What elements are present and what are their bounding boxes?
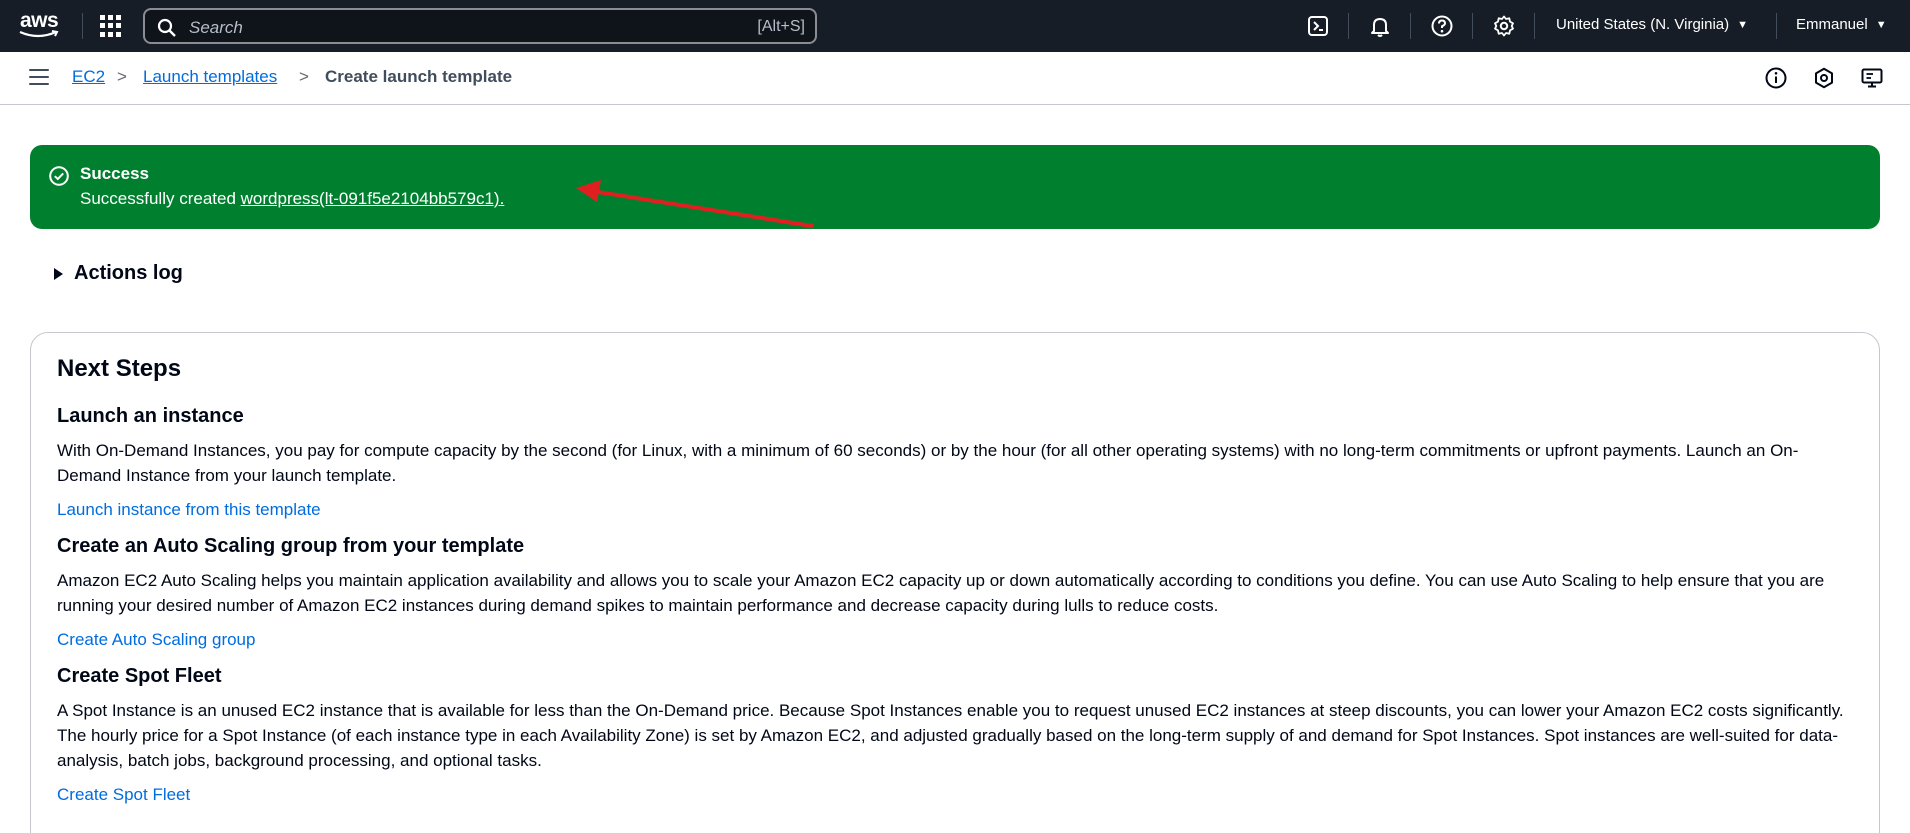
cloudshell-icon[interactable] bbox=[1306, 14, 1330, 38]
top-navigation-bar: aws Search [Alt+S] United States (N. Vir… bbox=[0, 0, 1910, 52]
actions-log-expander[interactable]: Actions log bbox=[54, 262, 183, 285]
menu-icon[interactable] bbox=[29, 69, 49, 85]
auto-scaling-description: Amazon EC2 Auto Scaling helps you mainta… bbox=[57, 571, 1825, 615]
breadcrumb-ec2[interactable]: EC2 bbox=[72, 67, 105, 87]
user-menu[interactable]: Emmanuel ▼ bbox=[1796, 16, 1887, 33]
nav-divider bbox=[1534, 13, 1535, 39]
settings-hex-icon[interactable] bbox=[1812, 66, 1836, 90]
aws-logo[interactable]: aws bbox=[18, 9, 62, 41]
nav-divider bbox=[1472, 13, 1473, 39]
search-placeholder: Search bbox=[189, 18, 243, 37]
success-flash-banner: Success Successfully created wordpress(l… bbox=[30, 145, 1880, 229]
spot-fleet-heading: Create Spot Fleet bbox=[57, 665, 222, 687]
info-icon[interactable] bbox=[1764, 66, 1788, 90]
caret-down-icon: ▼ bbox=[1737, 19, 1749, 31]
bell-icon[interactable] bbox=[1368, 14, 1392, 38]
help-icon[interactable] bbox=[1430, 14, 1454, 38]
breadcrumb-current: Create launch template bbox=[325, 67, 513, 86]
nav-divider bbox=[1348, 13, 1349, 39]
check-circle-icon bbox=[49, 166, 69, 186]
spot-fleet-description: A Spot Instance is an unused EC2 instanc… bbox=[57, 701, 1844, 770]
flash-message-text: Successfully created bbox=[80, 189, 241, 208]
feedback-icon[interactable] bbox=[1860, 66, 1884, 90]
search-icon bbox=[157, 18, 176, 37]
actions-log-label: Actions log bbox=[74, 262, 183, 284]
nav-divider bbox=[1410, 13, 1411, 39]
flash-title: Success bbox=[80, 164, 149, 183]
grid-icon[interactable] bbox=[100, 15, 122, 37]
chevron-right-icon: > bbox=[117, 67, 127, 86]
search-shortcut: [Alt+S] bbox=[757, 18, 805, 35]
auto-scaling-heading: Create an Auto Scaling group from your t… bbox=[57, 535, 525, 557]
nav-divider bbox=[82, 13, 83, 39]
region-label: United States (N. Virginia) bbox=[1556, 16, 1730, 33]
next-steps-container: Next Steps Launch an instance With On-De… bbox=[30, 332, 1880, 833]
create-spot-fleet-link[interactable]: Create Spot Fleet bbox=[57, 785, 190, 805]
search-input[interactable]: Search [Alt+S] bbox=[143, 8, 817, 44]
next-steps-title: Next Steps bbox=[57, 355, 182, 382]
create-auto-scaling-link[interactable]: Create Auto Scaling group bbox=[57, 630, 255, 650]
user-name: Emmanuel bbox=[1796, 16, 1868, 33]
nav-divider bbox=[1776, 13, 1777, 39]
launch-template-link[interactable]: wordpress(lt-091f5e2104bb579c1). bbox=[241, 189, 505, 208]
breadcrumb-bar: EC2 > Launch templates > Create launch t… bbox=[0, 52, 1910, 105]
caret-down-icon: ▼ bbox=[1875, 19, 1887, 31]
region-selector[interactable]: United States (N. Virginia) ▼ bbox=[1556, 16, 1748, 33]
chevron-right-icon: > bbox=[299, 67, 309, 86]
launch-instance-heading: Launch an instance bbox=[57, 405, 244, 427]
gear-icon[interactable] bbox=[1492, 14, 1516, 38]
flash-message: Successfully created wordpress(lt-091f5e… bbox=[80, 189, 504, 209]
launch-instance-link[interactable]: Launch instance from this template bbox=[57, 500, 321, 520]
aws-smile-icon bbox=[19, 30, 59, 38]
breadcrumb-launch-templates[interactable]: Launch templates bbox=[143, 67, 277, 87]
caret-right-icon bbox=[54, 267, 63, 280]
launch-instance-description: With On-Demand Instances, you pay for co… bbox=[57, 441, 1799, 485]
